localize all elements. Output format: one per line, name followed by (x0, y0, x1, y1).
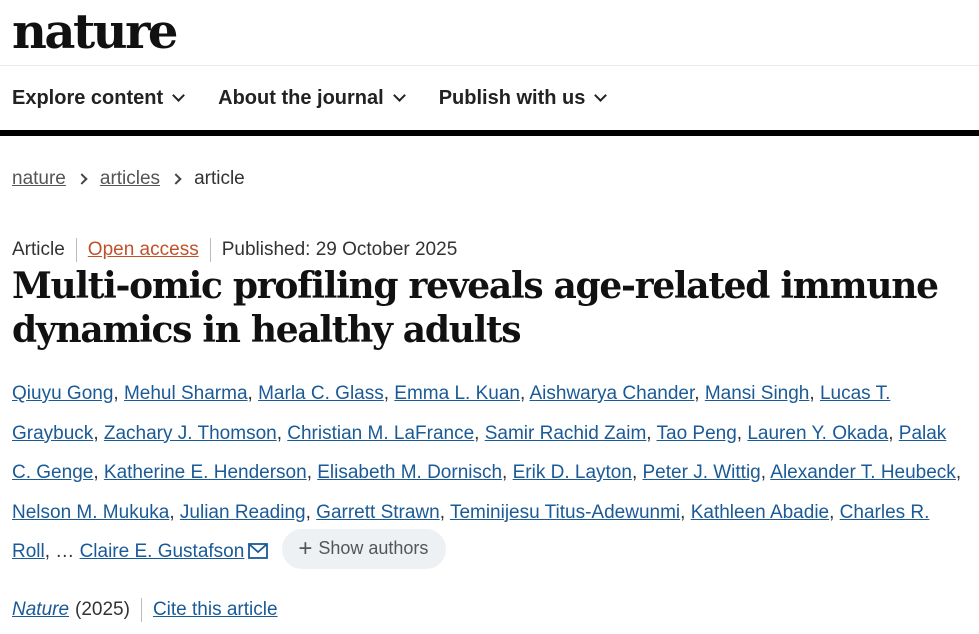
nav-about-journal[interactable]: About the journal (218, 86, 406, 110)
author-link[interactable]: Tao Peng (657, 423, 737, 444)
author-ellipsis: … (55, 541, 75, 563)
citation-line: Nature (2025) Cite this article (12, 598, 278, 622)
nav-publish-with-us[interactable]: Publish with us (438, 86, 608, 110)
site-logo[interactable]: nature (12, 8, 178, 56)
published-date: Published: 29 October 2025 (221, 239, 458, 260)
author-separator: , (888, 422, 899, 444)
author-separator: , (760, 462, 771, 483)
article-type: Article (12, 239, 65, 260)
author-link[interactable]: Julian Reading (180, 502, 306, 523)
main-nav: Explore content About the journal Publis… (0, 66, 979, 136)
author-separator: , (383, 383, 395, 404)
author-link[interactable]: Aishwarya Chander (529, 383, 694, 404)
author-link[interactable]: Samir Rachid Zaim (485, 423, 647, 444)
chevron-down-icon (392, 88, 406, 102)
author-separator: , (829, 501, 840, 523)
author-separator: , (169, 501, 180, 523)
author-separator: , (680, 501, 691, 523)
author-link[interactable]: Teminijesu Titus-Adewunmi (450, 502, 680, 523)
article-title: Multi-omic profiling reveals age-related… (12, 265, 939, 351)
author-separator: , (646, 422, 657, 444)
author-link[interactable]: Lauren Y. Okada (747, 423, 888, 444)
author-link[interactable]: Alexander T. Heubeck (770, 462, 956, 483)
mail-icon[interactable] (248, 543, 269, 559)
breadcrumb-articles[interactable]: articles (100, 168, 160, 190)
journal-link[interactable]: Nature (12, 599, 69, 621)
corresponding-author-link[interactable]: Claire E. Gustafson (80, 541, 245, 562)
cite-article-link[interactable]: Cite this article (153, 599, 278, 621)
author-link[interactable]: Erik D. Layton (513, 462, 632, 483)
author-separator: , (305, 501, 317, 523)
nav-label: Explore content (12, 86, 164, 109)
author-link[interactable]: Peter J. Wittig (643, 462, 761, 483)
author-link[interactable]: Elisabeth M. Dornisch (317, 462, 502, 483)
article-meta: Article Open access Published: 29 Octobe… (12, 238, 457, 262)
citation-year: (2025) (75, 599, 130, 620)
author-separator: , (809, 383, 820, 404)
author-link[interactable]: Christian M. LaFrance (287, 423, 474, 444)
author-link[interactable]: Mehul Sharma (124, 383, 248, 404)
plus-icon: + (298, 535, 313, 562)
author-link[interactable]: Marla C. Glass (258, 383, 384, 404)
author-separator: , (113, 383, 124, 404)
author-list: Qiuyu Gong, Mehul Sharma, Marla C. Glass… (12, 374, 967, 572)
open-access-link[interactable]: Open access (88, 239, 199, 261)
divider (140, 598, 142, 622)
author-separator: , (276, 422, 288, 444)
author-separator: , (736, 422, 748, 444)
author-link[interactable]: Nelson M. Mukuka (12, 502, 169, 523)
nav-explore-content[interactable]: Explore content (12, 86, 186, 110)
author-separator: , (502, 462, 513, 483)
author-link[interactable]: Zachary J. Thomson (104, 423, 277, 444)
site-header: nature (0, 0, 979, 66)
show-authors-button[interactable]: + Show authors (282, 529, 447, 569)
divider (209, 238, 211, 262)
author-link[interactable]: Kathleen Abadie (691, 502, 829, 523)
chevron-down-icon (594, 88, 608, 102)
nav-label: Publish with us (438, 86, 586, 109)
nav-label: About the journal (218, 86, 384, 109)
author-separator: , (955, 462, 962, 483)
chevron-right-icon (170, 173, 182, 185)
divider (75, 238, 77, 262)
breadcrumb-current: article (194, 168, 245, 189)
author-separator: , (306, 462, 318, 483)
author-separator: , (93, 422, 104, 444)
author-separator: , (93, 462, 104, 483)
chevron-down-icon (172, 88, 186, 102)
author-separator: , (439, 501, 450, 523)
breadcrumb-nature[interactable]: nature (12, 168, 66, 190)
breadcrumb: nature articles article (12, 168, 245, 190)
author-link[interactable]: Garrett Strawn (316, 502, 440, 523)
author-separator: , (44, 541, 56, 563)
author-link[interactable]: Qiuyu Gong (12, 383, 113, 404)
author-link[interactable]: Mansi Singh (705, 383, 810, 404)
author-link[interactable]: Emma L. Kuan (394, 383, 520, 404)
author-separator: , (631, 462, 643, 483)
author-separator: , (474, 422, 485, 444)
show-authors-label: Show authors (318, 538, 429, 559)
author-link[interactable]: Katherine E. Henderson (104, 462, 307, 483)
author-separator: , (694, 383, 705, 404)
chevron-right-icon (76, 173, 88, 185)
author-separator: , (247, 383, 259, 404)
